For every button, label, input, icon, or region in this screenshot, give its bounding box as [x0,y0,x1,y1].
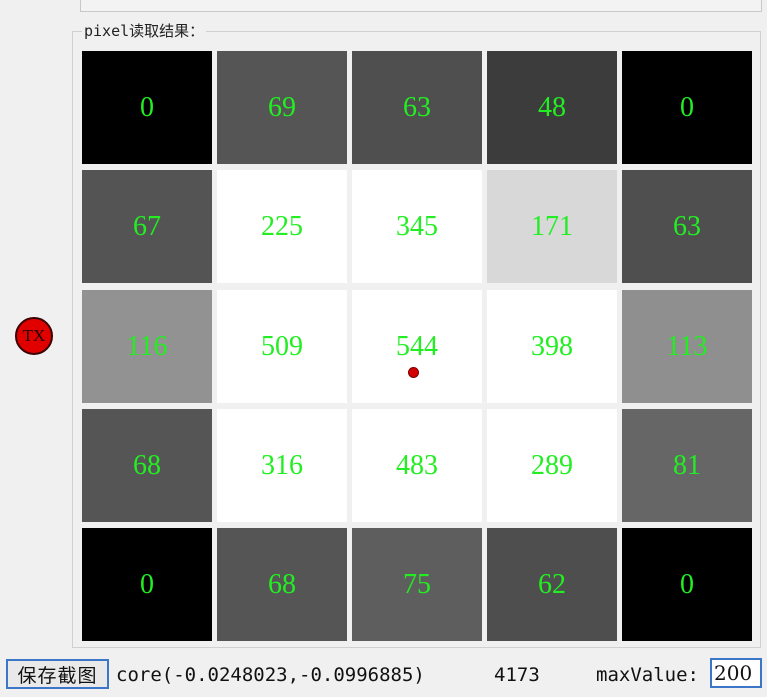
pixel-cell: 75 [352,528,482,641]
pixel-cell: 62 [487,528,617,641]
save-screenshot-button[interactable]: 保存截图 [6,659,109,689]
max-value-label: maxValue: [596,664,699,686]
pixel-cell: 63 [622,170,752,283]
core-coordinate-text: core(-0.0248023,-0.0996885) [116,664,425,686]
pixel-cell: 67 [82,170,212,283]
pixel-cell: 0 [622,528,752,641]
pixel-cell: 316 [217,409,347,522]
pixel-cell: 509 [217,290,347,403]
center-point-dot [408,367,419,378]
pixel-cell: 544 [352,290,482,403]
pixel-cell: 0 [82,528,212,641]
tx-marker-label: TX [22,326,46,345]
pixel-cell: 68 [217,528,347,641]
sum-value-text: 4173 [494,664,540,686]
tx-marker[interactable]: TX [15,317,53,355]
pixel-cell: 116 [82,290,212,403]
pixel-cell: 289 [487,409,617,522]
top-strip [0,0,767,12]
pixel-cell: 0 [82,51,212,164]
pixel-cell: 68 [82,409,212,522]
pixel-cell: 81 [622,409,752,522]
pixel-cell: 345 [352,170,482,283]
pixel-cell: 113 [622,290,752,403]
pixel-cell: 398 [487,290,617,403]
pixel-cell: 171 [487,170,617,283]
pixel-cell: 48 [487,51,617,164]
pixel-cell: 483 [352,409,482,522]
pixel-cell: 63 [352,51,482,164]
groupbox-title: pixel读取结果： [82,20,207,42]
top-bar [80,0,762,12]
pixel-cell: 225 [217,170,347,283]
max-value-input[interactable] [710,658,762,688]
pixel-cell: 0 [622,51,752,164]
pixel-cell: 69 [217,51,347,164]
